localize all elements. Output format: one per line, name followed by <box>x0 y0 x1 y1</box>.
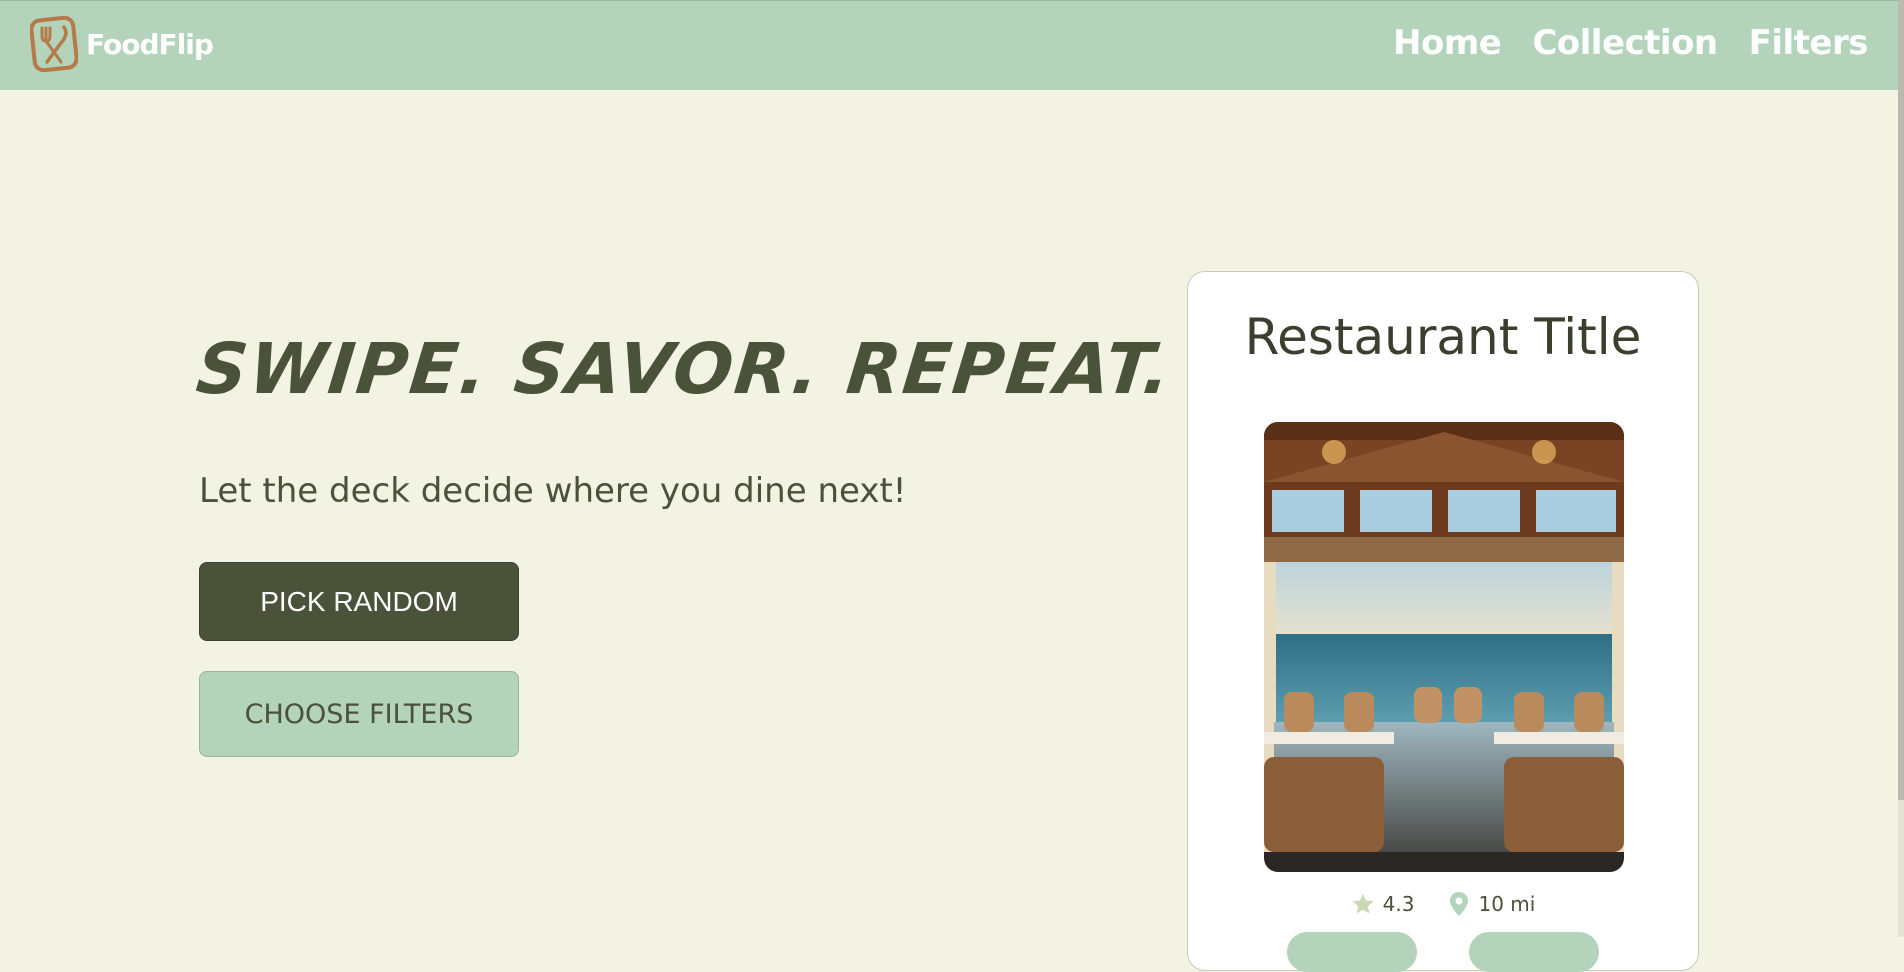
rating-item: 4.3 <box>1351 891 1415 917</box>
nav-link-filters[interactable]: Filters <box>1749 23 1869 63</box>
distance-value: 10 mi <box>1478 892 1536 916</box>
nav-link-collection[interactable]: Collection <box>1532 23 1718 63</box>
card-action-button-left[interactable] <box>1287 932 1417 972</box>
pick-random-button[interactable]: PICK RANDOM <box>199 562 519 641</box>
restaurant-photo <box>1264 422 1624 872</box>
star-icon <box>1352 893 1374 914</box>
distance-item: 10 mi <box>1448 891 1535 917</box>
scrollbar-thumb[interactable] <box>1898 0 1904 800</box>
main-nav: Home Collection Filters <box>1393 23 1868 63</box>
brand-logo-link[interactable]: FoodFlip <box>30 16 214 72</box>
scrollbar-track[interactable] <box>1898 0 1904 937</box>
restaurant-card[interactable]: Restaurant Title 4.3 10 mi <box>1187 271 1699 972</box>
nav-link-home[interactable]: Home <box>1393 23 1502 63</box>
restaurant-meta: 4.3 10 mi <box>1188 891 1698 917</box>
fork-knife-icon <box>30 16 78 72</box>
brand-name: FoodFlip <box>86 27 214 61</box>
card-action-button-right[interactable] <box>1469 932 1599 972</box>
restaurant-title: Restaurant Title <box>1244 308 1642 366</box>
rating-value: 4.3 <box>1382 892 1415 916</box>
hero-subtitle: Let the deck decide where you dine next! <box>199 471 907 511</box>
restaurant-photo-image <box>1264 422 1624 872</box>
top-navbar: FoodFlip Home Collection Filters <box>0 0 1904 90</box>
hero-headline: SWIPE. SAVOR. REPEAT. <box>192 328 1177 410</box>
card-action-row <box>1188 932 1698 972</box>
choose-filters-button[interactable]: CHOOSE FILTERS <box>199 671 519 757</box>
map-pin-icon <box>1450 892 1469 916</box>
